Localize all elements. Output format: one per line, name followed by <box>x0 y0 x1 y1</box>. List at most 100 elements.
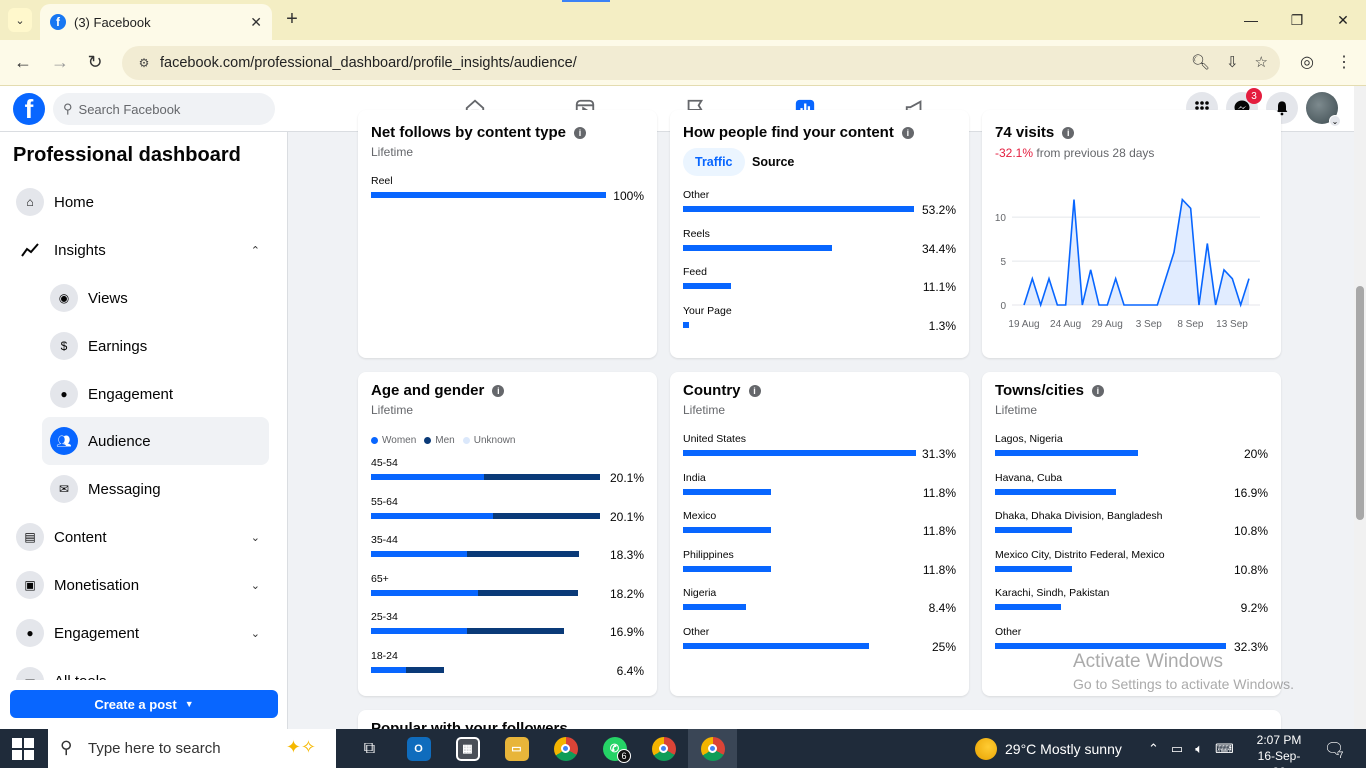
url-text[interactable]: facebook.com/professional_dashboard/prof… <box>160 55 577 71</box>
card-subtitle: Lifetime <box>371 403 414 417</box>
list-item: 65+ 18.2% <box>371 573 644 607</box>
sidebar-item-label: Home <box>54 193 95 211</box>
back-button[interactable]: ← <box>12 52 34 73</box>
men-segment <box>492 512 600 519</box>
tab-traffic[interactable]: Traffic <box>683 148 745 176</box>
tab-title: (3) Facebook <box>74 14 151 30</box>
towns-card: Towns/cities i Lifetime Lagos, Nigeria 20%… <box>982 372 1281 696</box>
row-label: Philippines <box>683 548 734 561</box>
facebook-logo[interactable]: f <box>13 93 45 125</box>
info-icon[interactable]: i <box>748 384 761 397</box>
sidebar-item-audience[interactable]: 👥︎ Audience <box>42 417 269 465</box>
row-value: 1.3% <box>928 318 956 333</box>
tab-source[interactable]: Source <box>740 148 806 176</box>
volume-icon[interactable]: 🔈︎ <box>1195 741 1203 757</box>
chevron-down-icon: ⌄ <box>250 627 260 640</box>
browser-tab[interactable]: f (3) Facebook ✕ <box>40 4 272 40</box>
men-segment <box>406 666 444 673</box>
search-input[interactable]: ⚲ Search Facebook <box>53 93 275 125</box>
change-percent: -32.1% <box>995 146 1034 160</box>
row-bar <box>683 488 771 495</box>
row-value: 34.4% <box>921 241 956 256</box>
row-label: 25-34 <box>371 611 398 623</box>
dollar-icon: $ <box>50 332 78 360</box>
sidebar-item-label: Messaging <box>88 480 161 498</box>
keyboard-icon[interactable]: ⌨ <box>1215 741 1234 757</box>
close-window-button[interactable]: ✕ <box>1320 0 1366 40</box>
men-segment <box>478 589 579 596</box>
new-tab-button[interactable]: + <box>282 8 302 31</box>
create-post-button[interactable]: Create a post ▼ <box>10 690 278 718</box>
sidebar-item-earnings[interactable]: $ Earnings <box>42 322 269 370</box>
y-tick-label: 10 <box>995 213 1007 224</box>
chrome-active-icon[interactable] <box>688 729 737 768</box>
clock[interactable]: 2:07 PM 16-Sep-26 <box>1252 732 1306 768</box>
notification-center-icon[interactable]: 🗨︎7 <box>1324 739 1349 760</box>
row-value: 11.8% <box>922 562 956 577</box>
row-value: 16.9% <box>1233 485 1268 500</box>
chrome-icon[interactable] <box>541 729 590 768</box>
row-label: Feed <box>683 266 707 278</box>
site-info-icon[interactable]: ⚙ <box>136 55 152 71</box>
forward-button[interactable]: → <box>49 52 71 73</box>
sidebar-item-views[interactable]: ◉ Views <box>42 274 269 322</box>
taskbar-search-input[interactable]: ⚲ Type here to search ✦✧ <box>48 729 336 768</box>
info-icon[interactable]: i <box>574 126 587 139</box>
minimize-button[interactable]: — <box>1228 0 1274 40</box>
network-icon[interactable]: ▭ <box>1171 741 1183 757</box>
tab-close-icon[interactable]: ✕ <box>250 14 262 31</box>
info-icon[interactable]: i <box>901 126 914 139</box>
list-item: 25-34 16.9% <box>371 611 644 645</box>
browser-tab-bar: ⌄ f (3) Facebook ✕ + — ❐ ✕ <box>0 0 1366 40</box>
chrome-profile-icon[interactable] <box>639 729 688 768</box>
info-icon[interactable]: i <box>492 384 505 397</box>
profile-icon[interactable]: ◎ <box>1300 52 1314 72</box>
bookmark-star-icon[interactable]: ☆ <box>1255 53 1268 71</box>
chevron-down-icon: ⌄ <box>1329 115 1341 127</box>
tab-search-icon[interactable]: ⌄ <box>8 8 32 32</box>
row-bar <box>371 192 606 198</box>
windows-start-icon[interactable] <box>12 738 34 760</box>
legend-men: Men <box>424 435 455 446</box>
sidebar-item-engagement[interactable]: ● Engagement <box>42 370 269 418</box>
store-icon[interactable]: ▦ <box>443 729 492 768</box>
weather-widget[interactable]: 29°C Mostly sunny <box>975 729 1122 768</box>
row-value: 20.1% <box>609 471 644 485</box>
restore-button[interactable]: ❐ <box>1274 0 1320 40</box>
messages-icon: ✉ <box>50 475 78 503</box>
list-item: Mexico 11.8% <box>683 510 956 544</box>
reload-button[interactable]: ↻ <box>84 52 106 73</box>
whatsapp-icon[interactable]: ✆ 6 <box>590 729 639 768</box>
weather-sun-icon <box>975 737 997 760</box>
browser-menu-icon[interactable]: ⋮ <box>1336 52 1352 72</box>
sidebar-item-home[interactable]: ⌂ Home <box>8 178 270 226</box>
sidebar-item-monetisation[interactable]: ▣ Monetisation ⌄ <box>8 561 270 609</box>
sidebar: Professional dashboard ⌂ Home Insights ⌃… <box>0 132 288 729</box>
info-icon[interactable]: i <box>1091 384 1104 397</box>
install-app-icon[interactable]: ⇩ <box>1226 53 1239 71</box>
sidebar-item-content[interactable]: ▤ Content ⌄ <box>8 513 270 561</box>
sidebar-item-label: Content <box>54 528 107 546</box>
x-tick-label: 8 Sep <box>1177 319 1204 330</box>
outlook-icon[interactable]: O <box>394 729 443 768</box>
row-label: Dhaka, Dhaka Division, Bangladesh <box>995 510 1163 522</box>
list-item: Lagos, Nigeria 20% <box>995 433 1268 467</box>
task-view-icon[interactable]: ⧉ <box>345 729 394 768</box>
sidebar-item-label: Views <box>88 289 128 307</box>
row-value: 11.8% <box>922 524 956 538</box>
row-label: Other <box>683 625 710 638</box>
zoom-icon[interactable]: 🔍︎ <box>1191 53 1210 71</box>
card-subtitle: Lifetime <box>371 145 414 159</box>
sidebar-item-messaging[interactable]: ✉ Messaging <box>42 465 269 513</box>
row-value: 25% <box>931 639 956 654</box>
url-bar[interactable]: ⚙ facebook.com/professional_dashboard/pr… <box>122 46 1280 80</box>
file-explorer-icon[interactable]: ▭ <box>492 729 541 768</box>
scrollbar-thumb[interactable] <box>1356 286 1364 520</box>
chat-bubble-icon: ● <box>16 619 44 647</box>
sidebar-item-engagement-group[interactable]: ● Engagement ⌄ <box>8 609 270 657</box>
info-icon[interactable]: i <box>1062 126 1075 139</box>
sidebar-item-insights[interactable]: Insights ⌃ <box>8 226 270 274</box>
page-scrollbar[interactable] <box>1354 86 1366 729</box>
chevron-up-icon[interactable]: ⌃ <box>1148 741 1159 757</box>
activation-watermark: Activate Windows Go to Settings to activ… <box>1073 651 1294 692</box>
